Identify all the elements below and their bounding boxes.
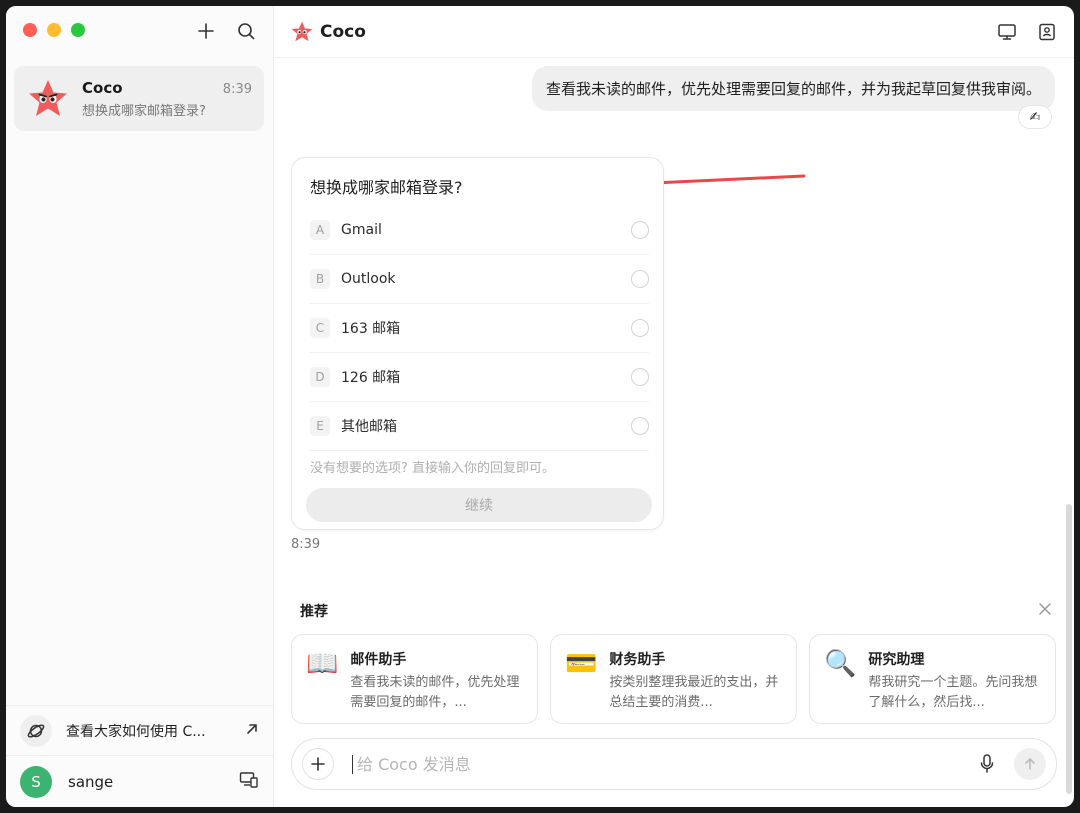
credit-card-icon: 💳 bbox=[565, 649, 598, 679]
header-toolbar bbox=[996, 21, 1058, 43]
reaction-badge[interactable]: ✍ bbox=[1018, 105, 1052, 129]
recommendation-desc: 查看我未读的邮件，优先处理需要回复的邮件，... bbox=[350, 675, 520, 710]
option-key: D bbox=[310, 367, 330, 387]
continue-button[interactable]: 继续 bbox=[306, 488, 652, 522]
option-key: E bbox=[310, 416, 330, 436]
monitor-icon[interactable] bbox=[996, 21, 1018, 43]
option-e[interactable]: E 其他邮箱 bbox=[310, 402, 649, 451]
explore-label: 查看大家如何使用 C... bbox=[66, 723, 206, 740]
chat-panel: Coco 查看我未读的邮件，优先处理需要回复的邮件，并为我起草回复供我审阅。 ✍… bbox=[274, 6, 1074, 807]
recommendation-name: 邮件助手 bbox=[350, 652, 407, 668]
recommendation-card-research[interactable]: 🔍 研究助理 帮我研究一个主题。先问我想了解什么，然后找... bbox=[809, 634, 1056, 724]
option-key: B bbox=[310, 269, 330, 289]
option-label: 其他邮箱 bbox=[341, 419, 397, 435]
profile-card-icon[interactable] bbox=[1036, 21, 1058, 43]
sidebar: Coco 8:39 想换成哪家邮箱登录? 查看大家如何使用 C... S san… bbox=[6, 6, 274, 807]
recommendation-name: 财务助手 bbox=[609, 652, 666, 668]
message-input[interactable] bbox=[352, 754, 974, 774]
sidebar-toolbar bbox=[195, 20, 257, 42]
recommendations-header: 推荐 bbox=[300, 601, 1052, 621]
chat-preview: 想换成哪家邮箱登录? bbox=[82, 103, 206, 119]
user-message-bubble: 查看我未读的邮件，优先处理需要回复的邮件，并为我起草回复供我审阅。 bbox=[531, 66, 1055, 111]
option-d[interactable]: D 126 邮箱 bbox=[310, 353, 649, 402]
explore-link[interactable]: 查看大家如何使用 C... bbox=[6, 705, 273, 755]
option-label: Gmail bbox=[341, 222, 382, 238]
radio-button[interactable] bbox=[631, 417, 649, 435]
recommendation-name: 研究助理 bbox=[868, 652, 925, 668]
option-b[interactable]: B Outlook bbox=[310, 255, 649, 304]
minimize-window-button[interactable] bbox=[47, 23, 61, 37]
recommendation-list: 📖 邮件助手 查看我未读的邮件，优先处理需要回复的邮件，... 💳 财务助手 按… bbox=[291, 634, 1056, 724]
close-icon[interactable] bbox=[1038, 602, 1052, 620]
window-controls bbox=[23, 23, 85, 37]
option-key: C bbox=[310, 318, 330, 338]
attach-button[interactable] bbox=[302, 748, 334, 780]
option-key: A bbox=[310, 220, 330, 240]
devices-icon[interactable] bbox=[239, 771, 259, 793]
radio-button[interactable] bbox=[631, 368, 649, 386]
zoom-window-button[interactable] bbox=[71, 23, 85, 37]
message-time: 8:39 bbox=[291, 537, 321, 552]
plus-icon[interactable] bbox=[195, 20, 217, 42]
option-label: 126 邮箱 bbox=[341, 370, 401, 386]
recommendation-desc: 按类别整理我最近的支出，并总结主要的消费... bbox=[609, 675, 779, 710]
book-icon: 📖 bbox=[306, 649, 339, 679]
user-profile[interactable]: S sange bbox=[6, 755, 273, 807]
option-a[interactable]: A Gmail bbox=[310, 206, 649, 255]
microphone-icon[interactable] bbox=[974, 751, 1000, 777]
magnifier-icon: 🔍 bbox=[824, 649, 857, 679]
option-label: 163 邮箱 bbox=[341, 321, 401, 337]
close-window-button[interactable] bbox=[23, 23, 37, 37]
recommendation-card-finance[interactable]: 💳 财务助手 按类别整理我最近的支出，并总结主要的消费... bbox=[550, 634, 797, 724]
chat-list-item[interactable]: Coco 8:39 想换成哪家邮箱登录? bbox=[14, 66, 264, 131]
recommendations-title: 推荐 bbox=[300, 604, 328, 620]
option-c[interactable]: C 163 邮箱 bbox=[310, 304, 649, 353]
recommendation-desc: 帮我研究一个主题。先问我想了解什么，然后找... bbox=[868, 675, 1038, 710]
sidebar-footer: 查看大家如何使用 C... S sange bbox=[6, 705, 273, 807]
scrollbar[interactable] bbox=[1066, 504, 1072, 794]
option-label: Outlook bbox=[341, 271, 396, 287]
chat-time: 8:39 bbox=[222, 81, 252, 97]
coco-star-icon bbox=[291, 21, 313, 41]
arrow-up-right-icon bbox=[245, 722, 259, 740]
recommendation-card-email[interactable]: 📖 邮件助手 查看我未读的邮件，优先处理需要回复的邮件，... bbox=[291, 634, 538, 724]
search-icon[interactable] bbox=[235, 20, 257, 42]
question-title: 想换成哪家邮箱登录? bbox=[310, 178, 463, 197]
question-card: 想换成哪家邮箱登录? A Gmail B Outlook C 163 邮箱 D … bbox=[291, 157, 664, 530]
radio-button[interactable] bbox=[631, 221, 649, 239]
radio-button[interactable] bbox=[631, 270, 649, 288]
user-name: sange bbox=[68, 772, 114, 791]
radio-button[interactable] bbox=[631, 319, 649, 337]
coco-star-avatar-icon bbox=[29, 79, 67, 116]
send-button[interactable] bbox=[1014, 748, 1046, 780]
planet-icon bbox=[20, 714, 52, 747]
hint-text: 没有想要的选项? 直接输入你的回复即可。 bbox=[310, 461, 556, 476]
app-window: Coco 8:39 想换成哪家邮箱登录? 查看大家如何使用 C... S san… bbox=[6, 6, 1074, 807]
page-title: Coco bbox=[320, 21, 366, 42]
chat-header: Coco bbox=[274, 6, 1074, 58]
chat-name: Coco bbox=[82, 78, 123, 97]
avatar: S bbox=[20, 765, 52, 798]
message-composer bbox=[291, 738, 1057, 790]
